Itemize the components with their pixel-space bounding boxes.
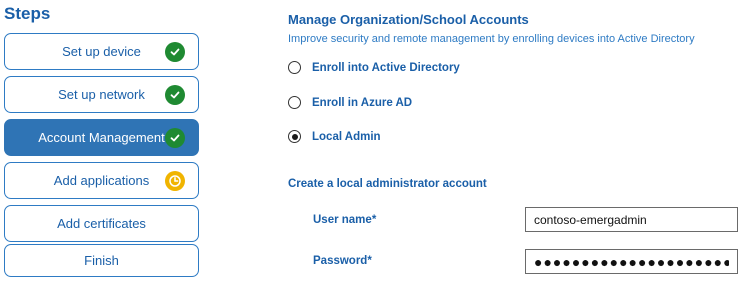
step-finish[interactable]: Finish xyxy=(4,244,199,277)
password-input[interactable] xyxy=(525,249,738,274)
password-label: Password* xyxy=(313,255,372,267)
enroll-azure-ad-option[interactable]: Enroll in Azure AD xyxy=(288,96,412,109)
enroll-active-directory-option[interactable]: Enroll into Active Directory xyxy=(288,61,460,74)
username-label-text: User name xyxy=(313,214,372,226)
username-input[interactable] xyxy=(525,207,738,232)
radio-button[interactable] xyxy=(288,96,301,109)
step-label: Set up device xyxy=(62,44,141,59)
clock-icon xyxy=(165,170,185,191)
page-title: Manage Organization/School Accounts xyxy=(288,12,529,27)
section-title: Create a local administrator account xyxy=(288,178,487,190)
option-label: Enroll in Azure AD xyxy=(312,96,413,109)
step-label: Account Management xyxy=(38,130,165,145)
step-add-certificates[interactable]: Add certificates xyxy=(4,205,199,242)
option-label: Local Admin xyxy=(312,130,381,143)
local-admin-option[interactable]: Local Admin xyxy=(288,130,381,143)
step-set-up-device[interactable]: Set up device xyxy=(4,33,199,70)
required-marker: * xyxy=(367,255,372,267)
step-label: Set up network xyxy=(58,87,145,102)
step-set-up-network[interactable]: Set up network xyxy=(4,76,199,113)
option-label: Enroll into Active Directory xyxy=(312,61,460,74)
page-subtitle: Improve security and remote management b… xyxy=(288,33,695,45)
username-label: User name* xyxy=(313,214,376,226)
step-label: Add applications xyxy=(53,173,150,188)
checkmark-icon xyxy=(165,127,185,148)
step-add-applications[interactable]: Add applications xyxy=(4,162,199,199)
step-label: Finish xyxy=(84,253,119,268)
password-label-text: Password xyxy=(313,255,368,267)
radio-dot xyxy=(291,133,298,140)
radio-button-selected[interactable] xyxy=(288,130,301,143)
checkmark-icon xyxy=(165,84,185,105)
step-label: Add certificates xyxy=(57,216,146,231)
radio-button[interactable] xyxy=(288,61,301,74)
checkmark-icon xyxy=(165,41,185,62)
steps-title: Steps xyxy=(4,4,51,23)
step-account-management[interactable]: Account Management xyxy=(4,119,199,156)
required-marker: * xyxy=(371,214,377,226)
